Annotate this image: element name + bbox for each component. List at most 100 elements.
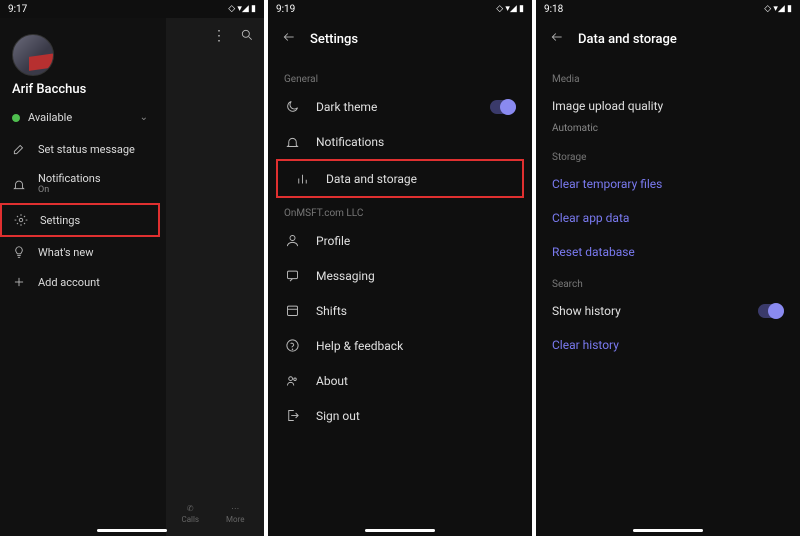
drawer-menu: Set status message Notifications On Sett… (0, 130, 160, 301)
signout-icon (284, 408, 300, 423)
item-help[interactable]: Help & feedback (268, 328, 532, 363)
item-label: Image upload quality (552, 99, 663, 113)
item-clear-app-data[interactable]: Clear app data (536, 201, 800, 235)
bell-icon (284, 134, 300, 149)
item-about[interactable]: About (268, 363, 532, 398)
android-nav-pill[interactable] (97, 529, 167, 532)
more-vert-icon[interactable]: ⋮ (212, 28, 226, 46)
nav-calls[interactable]: ✆ Calls (181, 504, 199, 524)
clock: 9:19 (276, 4, 295, 15)
item-notifications[interactable]: Notifications (268, 124, 532, 159)
item-label: Clear temporary files (552, 177, 662, 191)
calendar-icon (284, 303, 300, 318)
lightbulb-icon (12, 245, 26, 259)
content-behind-drawer (166, 18, 264, 536)
item-label: Clear history (552, 338, 619, 352)
android-nav-pill[interactable] (633, 529, 703, 532)
menu-settings[interactable]: Settings (0, 203, 160, 237)
bell-icon (12, 177, 26, 191)
menu-whats-new[interactable]: What's new (0, 237, 160, 267)
menu-add-account[interactable]: Add account (0, 267, 160, 297)
toggle-switch[interactable] (490, 100, 516, 114)
phone-icon: ✆ (187, 504, 194, 513)
item-show-history[interactable]: Show history (536, 294, 800, 328)
item-dark-theme[interactable]: Dark theme (268, 89, 532, 124)
item-shifts[interactable]: Shifts (268, 293, 532, 328)
status-bar: 9:18 ◇ ▾◢ ▮ (536, 0, 800, 18)
section-general: General (268, 64, 532, 89)
nav-drawer: ⋮ Arif Bacchus Available ⌄ Set status me… (0, 18, 264, 536)
gear-icon (14, 213, 28, 227)
item-label: Data and storage (326, 172, 417, 186)
status-icons: ◇ ▾◢ ▮ (764, 4, 792, 14)
chevron-down-icon: ⌄ (140, 112, 148, 123)
item-label: Clear app data (552, 211, 629, 225)
presence-row[interactable]: Available ⌄ (0, 105, 160, 130)
toggle-switch[interactable] (758, 304, 784, 318)
search-icon[interactable] (240, 28, 254, 46)
item-upload-quality[interactable]: Image upload quality (536, 89, 800, 123)
edit-icon (12, 142, 26, 156)
item-label: Help & feedback (316, 339, 403, 353)
android-nav-pill[interactable] (365, 529, 435, 532)
page-title: Settings (310, 32, 358, 47)
person-icon (284, 233, 300, 248)
status-bar: 9:17 ◇ ▾◢ ▮ (0, 0, 264, 18)
avatar (12, 34, 54, 76)
menu-label: Notifications (38, 172, 101, 185)
plus-icon (12, 275, 26, 289)
menu-notifications[interactable]: Notifications On (0, 164, 160, 203)
item-upload-value: Automatic (536, 123, 800, 142)
item-clear-history[interactable]: Clear history (536, 328, 800, 362)
teams-icon (284, 373, 300, 388)
item-label: Notifications (316, 135, 384, 149)
item-label: Sign out (316, 409, 360, 423)
item-signout[interactable]: Sign out (268, 398, 532, 433)
user-name: Arif Bacchus (12, 82, 148, 97)
item-label: Reset database (552, 245, 635, 259)
help-icon (284, 338, 300, 353)
menu-set-status[interactable]: Set status message (0, 134, 160, 164)
nav-label: Calls (181, 515, 199, 524)
item-reset-database[interactable]: Reset database (536, 235, 800, 269)
item-label: Profile (316, 234, 350, 248)
status-bar: 9:19 ◇ ▾◢ ▮ (268, 0, 532, 18)
back-arrow-icon[interactable] (550, 30, 564, 48)
item-clear-temp[interactable]: Clear temporary files (536, 167, 800, 201)
nav-label: More (226, 515, 244, 524)
item-label: Shifts (316, 304, 347, 318)
item-label: About (316, 374, 348, 388)
menu-label: What's new (38, 246, 93, 259)
page-title: Data and storage (578, 32, 677, 47)
clock: 9:18 (544, 4, 563, 15)
item-profile[interactable]: Profile (268, 223, 532, 258)
chat-icon (284, 268, 300, 283)
bottom-nav: ✆ Calls ⋯More (168, 504, 258, 524)
menu-label: Add account (38, 276, 100, 289)
item-label: Show history (552, 304, 621, 318)
top-action-icons: ⋮ (212, 18, 264, 46)
settings-list: General Dark theme Notifications Data an… (268, 60, 532, 536)
data-storage-list: Media Image upload quality Automatic Sto… (536, 60, 800, 536)
back-arrow-icon[interactable] (282, 30, 296, 48)
menu-sublabel: On (38, 185, 101, 195)
chart-bar-icon (294, 171, 310, 186)
status-icons: ◇ ▾◢ ▮ (228, 4, 256, 14)
clock: 9:17 (8, 4, 27, 15)
item-label: Dark theme (316, 100, 377, 114)
menu-label: Set status message (38, 143, 135, 156)
item-label: Messaging (316, 269, 375, 283)
phone-settings-screen: 9:19 ◇ ▾◢ ▮ Settings General Dark theme … (268, 0, 532, 536)
profile-header[interactable]: Arif Bacchus (0, 18, 160, 105)
phone-drawer-screen: 9:17 ◇ ▾◢ ▮ ⋮ Arif Bacchus Available ⌄ (0, 0, 264, 536)
section-storage: Storage (536, 142, 800, 167)
item-messaging[interactable]: Messaging (268, 258, 532, 293)
section-search: Search (536, 269, 800, 294)
status-icons: ◇ ▾◢ ▮ (496, 4, 524, 14)
menu-label: Settings (40, 214, 80, 227)
nav-more[interactable]: ⋯More (226, 504, 244, 524)
item-data-storage[interactable]: Data and storage (276, 159, 524, 198)
phone-data-storage-screen: 9:18 ◇ ▾◢ ▮ Data and storage Media Image… (536, 0, 800, 536)
moon-icon (284, 99, 300, 114)
page-header: Settings (268, 18, 532, 60)
